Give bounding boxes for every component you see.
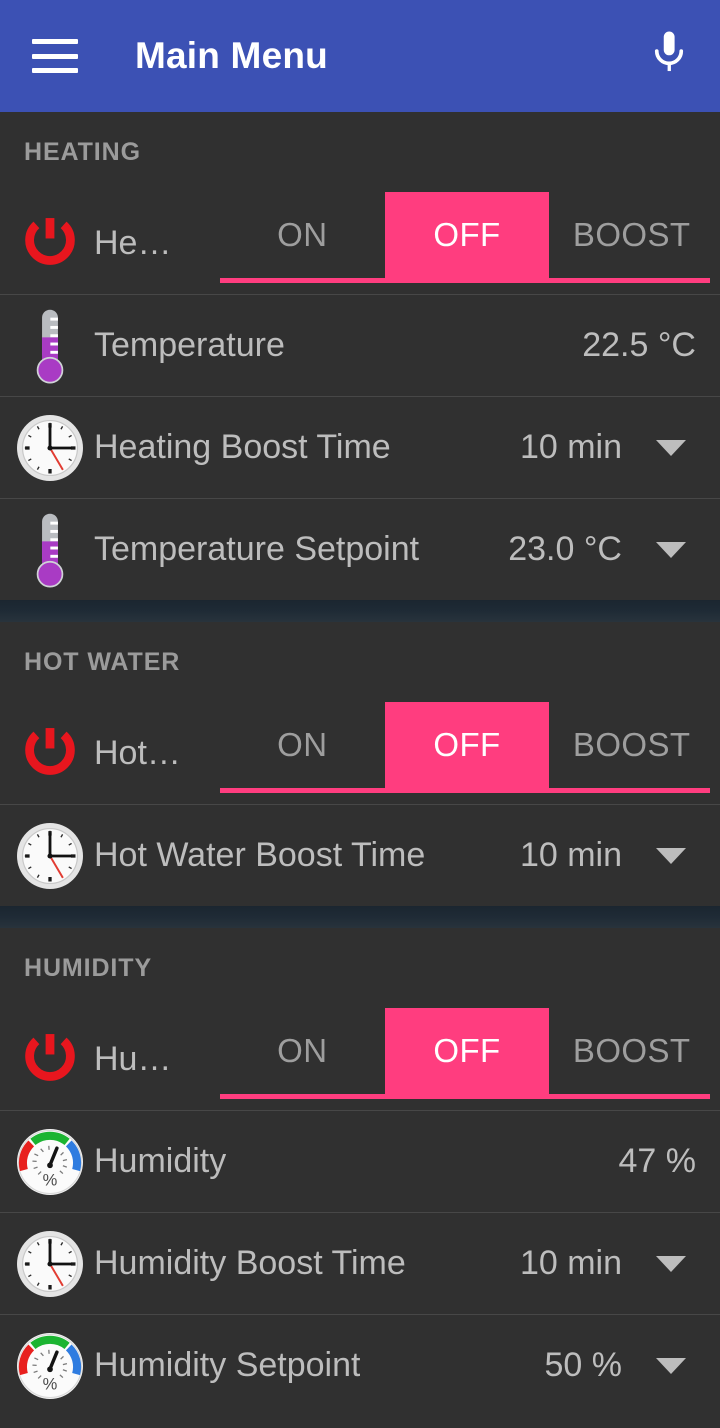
clock-icon xyxy=(17,414,83,481)
chevron-down-icon[interactable] xyxy=(656,541,686,558)
gauge-icon: % xyxy=(12,1328,88,1404)
clock-icon xyxy=(12,1226,88,1302)
setting-row-label: Humidity xyxy=(94,1142,227,1180)
setting-row-selected-value[interactable]: 10 min xyxy=(520,428,622,467)
thermometer-icon xyxy=(12,308,88,384)
svg-text:%: % xyxy=(43,1171,58,1189)
segmented-underline xyxy=(220,788,710,793)
page-title: Main Menu xyxy=(135,35,328,76)
setting-row-value: 22.5 °C xyxy=(582,326,696,364)
setting-row-label: Hot Water Boost Time xyxy=(94,836,426,874)
chevron-down-icon[interactable] xyxy=(656,1255,686,1272)
gauge-icon: % xyxy=(17,1128,83,1195)
hamburger-bar xyxy=(32,68,78,73)
hamburger-icon[interactable] xyxy=(32,39,78,73)
toggle-row[interactable]: Hu… ON OFF BOOST xyxy=(0,1008,720,1110)
setting-row: % Humidity 47 % xyxy=(0,1110,720,1212)
section-divider-band xyxy=(0,906,720,928)
toggle-row-label: Hot… xyxy=(94,733,181,772)
setting-row[interactable]: Humidity Boost Time 10 min xyxy=(0,1212,720,1314)
svg-text:%: % xyxy=(43,1375,58,1393)
thermometer-icon xyxy=(36,513,64,587)
microphone-glyph xyxy=(654,31,684,72)
toggle-row-label: Hu… xyxy=(94,1039,172,1078)
chevron-down-icon[interactable] xyxy=(656,439,686,456)
setting-row-selected-value[interactable]: 23.0 °C xyxy=(508,530,622,569)
section-header: HOT WATER xyxy=(0,622,720,702)
mode-tab-boost[interactable]: BOOST xyxy=(549,1008,714,1094)
mode-segmented-control: ON OFF BOOST xyxy=(220,192,714,294)
power-icon xyxy=(25,218,75,265)
section-header: HEATING xyxy=(0,112,720,192)
toggle-row-label: He… xyxy=(94,223,172,262)
setting-row[interactable]: Heating Boost Time 10 min xyxy=(0,396,720,498)
chevron-down-icon[interactable] xyxy=(656,1357,686,1374)
power-icon xyxy=(12,205,88,281)
microphone-icon[interactable] xyxy=(648,28,690,84)
clock-icon xyxy=(17,1230,83,1297)
clock-icon xyxy=(12,410,88,486)
mode-segmented-control: ON OFF BOOST xyxy=(220,702,714,804)
power-icon xyxy=(25,728,75,775)
mode-tab-off[interactable]: OFF xyxy=(384,1008,550,1094)
settings-list: HEATING He… ON OFF BOOST Temperature 22.5 °C xyxy=(0,112,720,1416)
setting-row-selected-value[interactable]: 50 % xyxy=(545,1346,623,1385)
setting-row[interactable]: % Humidity Setpoint 50 % xyxy=(0,1314,720,1416)
mode-tab-off[interactable]: OFF xyxy=(384,192,550,278)
mode-tab-off[interactable]: OFF xyxy=(384,702,550,788)
mode-tab-on[interactable]: ON xyxy=(220,1008,385,1094)
mode-tab-on[interactable]: ON xyxy=(220,192,385,278)
section-header-label: HUMIDITY xyxy=(24,953,153,982)
setting-row[interactable]: Hot Water Boost Time 10 min xyxy=(0,804,720,906)
section-header: HUMIDITY xyxy=(0,928,720,1008)
section-header-label: HOT WATER xyxy=(24,647,181,676)
setting-row-label: Temperature Setpoint xyxy=(94,530,420,568)
setting-row-label: Humidity Setpoint xyxy=(94,1346,361,1384)
mode-tab-boost[interactable]: BOOST xyxy=(549,192,714,278)
thermometer-icon xyxy=(12,512,88,588)
thermometer-icon xyxy=(36,309,64,383)
clock-icon xyxy=(17,822,83,889)
setting-row-selected-value[interactable]: 10 min xyxy=(520,836,622,875)
power-icon xyxy=(12,715,88,791)
toggle-row[interactable]: He… ON OFF BOOST xyxy=(0,192,720,294)
clock-icon xyxy=(12,818,88,894)
setting-row-value: 47 % xyxy=(618,1142,697,1180)
setting-row[interactable]: Temperature Setpoint 23.0 °C xyxy=(0,498,720,600)
hamburger-bar xyxy=(32,53,78,59)
setting-row-selected-value[interactable]: 10 min xyxy=(520,1244,622,1283)
section-header-label: HEATING xyxy=(24,137,141,166)
power-icon xyxy=(25,1034,75,1081)
setting-row-label: Humidity Boost Time xyxy=(94,1244,406,1282)
setting-row-label: Heating Boost Time xyxy=(94,428,391,466)
mode-tab-on[interactable]: ON xyxy=(220,702,385,788)
mode-segmented-control: ON OFF BOOST xyxy=(220,1008,714,1110)
power-icon xyxy=(12,1021,88,1097)
mode-tab-boost[interactable]: BOOST xyxy=(549,702,714,788)
hamburger-bar xyxy=(32,39,78,44)
gauge-icon: % xyxy=(12,1124,88,1200)
toggle-row[interactable]: Hot… ON OFF BOOST xyxy=(0,702,720,804)
segmented-underline xyxy=(220,278,710,283)
app-bar: Main Menu xyxy=(0,0,720,112)
setting-row-label: Temperature xyxy=(94,326,285,364)
gauge-icon: % xyxy=(17,1332,83,1399)
chevron-down-icon[interactable] xyxy=(656,847,686,864)
segmented-underline xyxy=(220,1094,710,1099)
section-divider-band xyxy=(0,600,720,622)
setting-row: Temperature 22.5 °C xyxy=(0,294,720,396)
